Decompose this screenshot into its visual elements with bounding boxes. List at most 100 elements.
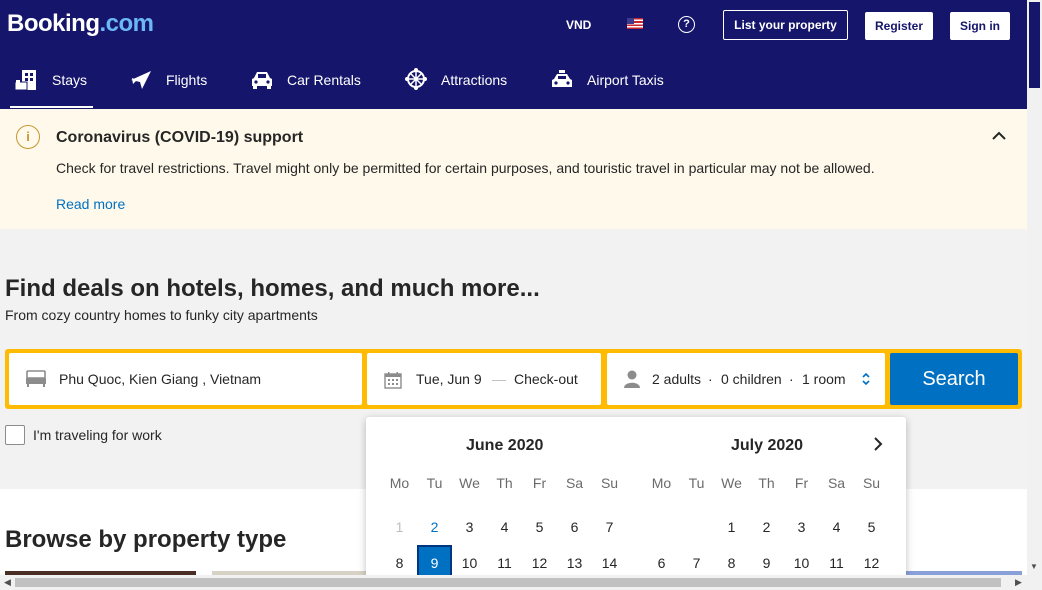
tab-car-rentals-label: Car Rentals <box>287 72 361 88</box>
destination-field[interactable]: Phu Quoc, Kien Giang , Vietnam <box>9 353 362 405</box>
work-travel-label[interactable]: I'm traveling for work <box>33 427 162 443</box>
calendar-day[interactable]: 7 <box>679 545 714 577</box>
tab-attractions[interactable]: Attractions <box>403 64 507 96</box>
destination-value: Phu Quoc, Kien Giang , Vietnam <box>59 371 262 387</box>
tab-flights[interactable]: Flights <box>128 64 207 96</box>
calendar-day[interactable]: 12 <box>522 545 557 577</box>
scrollbar-thumb[interactable] <box>1029 2 1040 88</box>
date-picker: June 2020 July 2020 Mo Tu We Th Fr Sa Su 1 2 3 4 5 6… <box>366 417 906 577</box>
date-separator: — <box>492 371 506 387</box>
dot-separator: · <box>708 371 713 387</box>
calendar-day[interactable]: 12 <box>854 545 889 577</box>
bed-building-icon <box>14 67 40 93</box>
calendar-empty-cell <box>644 509 679 545</box>
date-field[interactable]: Tue, Jun 9 — Check-out <box>367 353 601 405</box>
active-tab-indicator <box>10 106 93 108</box>
read-more-link[interactable]: Read more <box>56 196 125 212</box>
weekday-header: Su <box>600 475 619 491</box>
calendar-day[interactable]: 6 <box>557 509 592 545</box>
calendar-day[interactable]: 3 <box>784 509 819 545</box>
weekday-header: Th <box>496 475 513 491</box>
calendar-day: 1 <box>395 519 404 535</box>
calendar-day[interactable]: 4 <box>819 509 854 545</box>
covid-banner: i Coronavirus (COVID-19) support Check f… <box>0 109 1027 229</box>
calendar-day[interactable]: 9 <box>749 545 784 577</box>
search-button[interactable]: Search <box>890 353 1018 405</box>
calendar-day[interactable]: 5 <box>522 509 557 545</box>
calendar-day[interactable]: 7 <box>592 509 627 545</box>
month-title: June 2020 <box>466 437 544 454</box>
calendar-day[interactable]: 14 <box>592 545 627 577</box>
search-bar: Phu Quoc, Kien Giang , Vietnam Tue, Jun … <box>5 349 1022 409</box>
guests-field[interactable]: 2 adults · 0 children · 1 room <box>607 353 885 405</box>
banner-text: Check for travel restrictions. Travel mi… <box>56 160 875 176</box>
calendar-day[interactable]: 11 <box>819 545 854 577</box>
calendar-day[interactable]: 11 <box>487 545 522 577</box>
bed-icon <box>26 370 46 387</box>
checkin-value: Tue, Jun 9 <box>416 371 482 387</box>
weekday-header: Mo <box>651 475 672 491</box>
booking-logo[interactable]: Booking.com <box>7 10 154 38</box>
weekday-header: We <box>721 475 742 491</box>
list-property-button[interactable]: List your property <box>723 10 848 40</box>
weekday-header: Fr <box>532 475 547 491</box>
info-icon: i <box>16 125 40 149</box>
month-grid: Mo Tu We Th Fr Sa Su 1 2 3 4 5 6 7 8 9 10 11 12 13 14 <box>382 473 627 577</box>
car-icon <box>249 67 275 93</box>
tab-attractions-label: Attractions <box>441 72 508 88</box>
ferris-wheel-icon <box>403 67 429 93</box>
currency-selector[interactable]: VND <box>566 18 591 32</box>
weekday-header: Su <box>862 475 881 491</box>
calendar-empty-cell <box>679 509 714 545</box>
weekday-header: Th <box>758 475 775 491</box>
taxi-icon <box>549 67 575 93</box>
calendar-day[interactable]: 1 <box>714 509 749 545</box>
tab-airport-taxis[interactable]: Airport Taxis <box>549 64 664 96</box>
weekday-header: Sa <box>565 475 584 491</box>
scrollbar-thumb[interactable] <box>15 578 1001 587</box>
calendar-day[interactable]: 6 <box>644 545 679 577</box>
calendar-day[interactable]: 8 <box>382 545 417 577</box>
vertical-scrollbar[interactable]: ▼ <box>1027 0 1042 575</box>
calendar-icon <box>384 372 402 389</box>
scroll-left-arrow[interactable]: ◀ <box>4 577 11 588</box>
hero-title: Find deals on hotels, homes, and much mo… <box>5 275 540 302</box>
calendar-day[interactable]: 5 <box>854 509 889 545</box>
chevron-up-icon[interactable] <box>990 129 1008 143</box>
adults-value: 2 adults <box>652 371 702 387</box>
hero-subtitle: From cozy country homes to funky city ap… <box>5 307 318 323</box>
top-header: Booking.com VND ? List your property Reg… <box>0 0 1027 109</box>
person-icon <box>624 370 640 388</box>
calendar-day[interactable]: 10 <box>784 545 819 577</box>
sign-in-button[interactable]: Sign in <box>950 12 1010 40</box>
weekday-header: Sa <box>827 475 846 491</box>
weekday-header: Tu <box>426 475 443 491</box>
weekday-header: Tu <box>688 475 705 491</box>
calendar-day[interactable]: 9 <box>417 545 452 577</box>
calendar-day[interactable]: 3 <box>452 509 487 545</box>
weekday-header: Mo <box>389 475 410 491</box>
tab-stays[interactable]: Stays <box>14 64 87 96</box>
weekday-header: Fr <box>794 475 809 491</box>
tab-flights-label: Flights <box>166 72 208 88</box>
calendar-day[interactable]: 2 <box>749 509 784 545</box>
calendar-day[interactable]: 8 <box>714 545 749 577</box>
tab-airport-taxis-label: Airport Taxis <box>587 72 664 88</box>
dot-separator: · <box>789 371 794 387</box>
scroll-down-arrow[interactable]: ▼ <box>1030 562 1038 571</box>
weekday-header: We <box>459 475 480 491</box>
horizontal-scrollbar[interactable]: ◀ ▶ <box>0 575 1042 590</box>
calendar-day[interactable]: 13 <box>557 545 592 577</box>
tab-car-rentals[interactable]: Car Rentals <box>249 64 361 96</box>
help-icon[interactable]: ? <box>678 16 695 33</box>
register-button[interactable]: Register <box>865 12 933 40</box>
calendar-day[interactable]: 10 <box>452 545 487 577</box>
us-flag-icon[interactable] <box>627 18 643 29</box>
calendar-day[interactable]: 2 <box>417 509 452 545</box>
checkout-value: Check-out <box>514 371 578 387</box>
calendar-day[interactable]: 4 <box>487 509 522 545</box>
chevron-right-icon[interactable] <box>871 436 885 452</box>
scroll-right-arrow[interactable]: ▶ <box>1015 577 1022 588</box>
work-travel-checkbox[interactable] <box>5 425 25 445</box>
month-grid: Mo Tu We Th Fr Sa Su 1 2 3 4 5 6 7 8 9 10 11 12 <box>644 473 889 577</box>
